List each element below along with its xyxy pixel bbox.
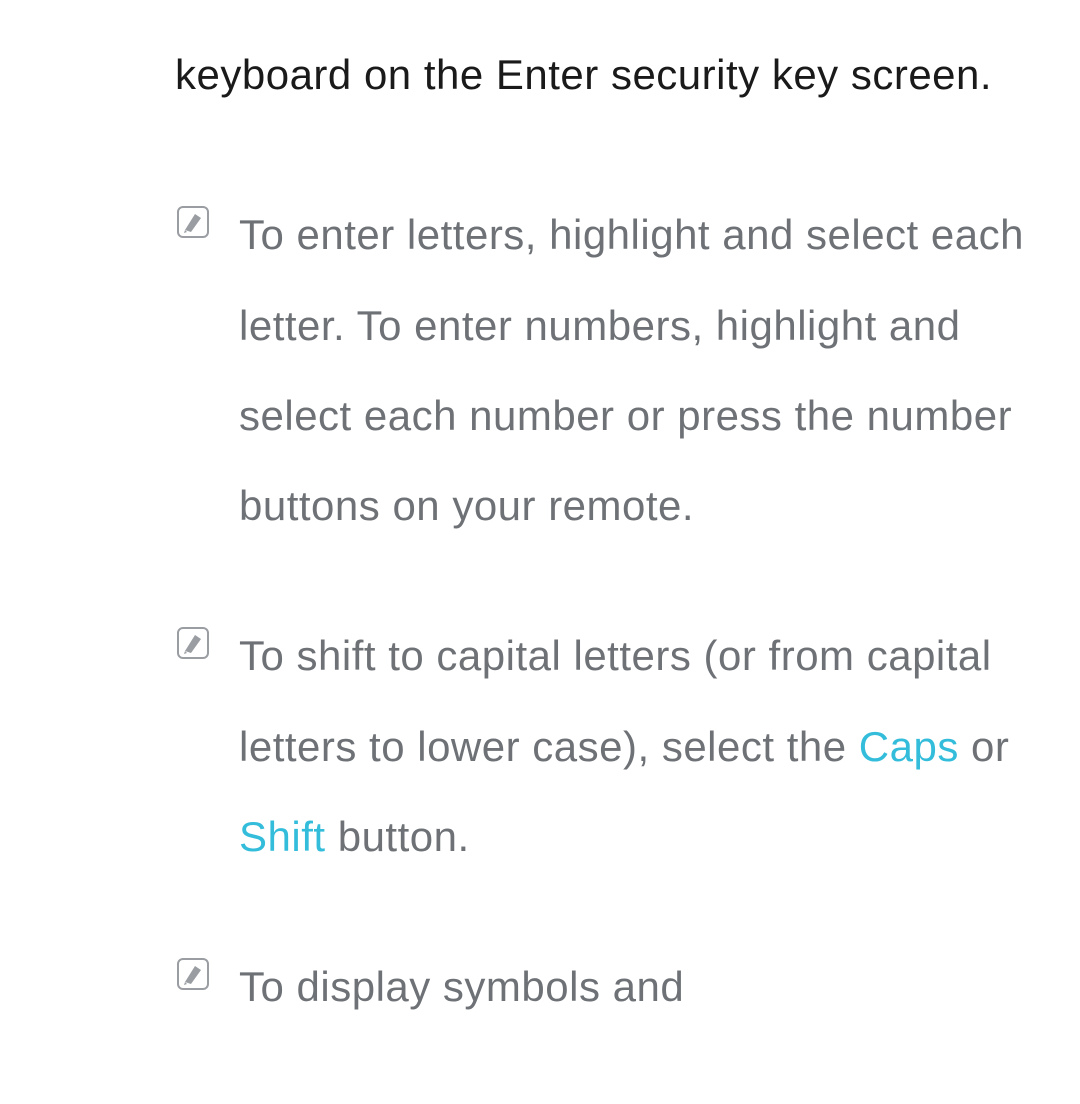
intro-paragraph: keyboard on the Enter security key scree… bbox=[175, 30, 1045, 120]
note-icon bbox=[175, 204, 211, 240]
note-item-2: To shift to capital letters (or from cap… bbox=[175, 611, 1045, 882]
note-text-2: To shift to capital letters (or from cap… bbox=[239, 611, 1045, 882]
note-icon bbox=[175, 625, 211, 661]
note-icon bbox=[175, 956, 211, 992]
note-item-1: To enter letters, highlight and select e… bbox=[175, 190, 1045, 551]
note-item-3: To display symbols and bbox=[175, 942, 1045, 1032]
caps-label: Caps bbox=[859, 723, 959, 770]
note-text-1: To enter letters, highlight and select e… bbox=[239, 190, 1045, 551]
note-text-3: To display symbols and bbox=[239, 942, 684, 1032]
shift-label: Shift bbox=[239, 813, 326, 860]
